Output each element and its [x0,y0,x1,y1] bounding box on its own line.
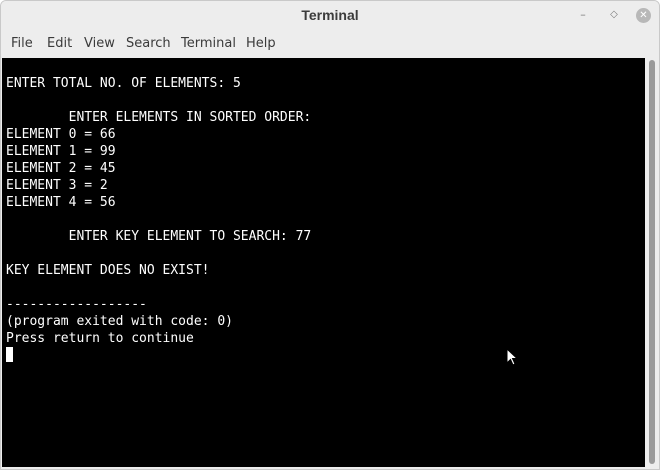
window-title: Terminal [301,7,359,23]
terminal-line: ELEMENT 1 = 99 [6,144,116,159]
terminal-line: ELEMENT 2 = 45 [6,161,116,176]
terminal-line: ENTER KEY ELEMENT TO SEARCH: 77 [6,229,312,244]
text-cursor [6,347,13,362]
scrollbar-thumb[interactable] [649,60,655,464]
terminal-window: Terminal – ◇ ✕ File Edit View Search Ter… [0,0,660,470]
terminal-line: Press return to continue [6,331,194,346]
terminal-line: KEY ELEMENT DOES NO EXIST! [6,263,210,278]
terminal-line: (program exited with code: 0) [6,314,233,329]
terminal-output-area[interactable]: ENTER TOTAL NO. OF ELEMENTS: 5 ENTER ELE… [2,58,645,467]
menu-edit[interactable]: Edit [47,36,72,51]
menu-help[interactable]: Help [246,36,276,51]
close-icon[interactable]: ✕ [636,8,651,23]
menu-view[interactable]: View [84,36,115,51]
terminal-text: ENTER TOTAL NO. OF ELEMENTS: 5 ENTER ELE… [6,75,311,364]
menu-file[interactable]: File [11,36,33,51]
terminal-line: ELEMENT 4 = 56 [6,195,116,210]
menu-bar: File Edit View Search Terminal Help [1,31,659,57]
terminal-line: ENTER TOTAL NO. OF ELEMENTS: 5 [6,76,241,91]
terminal-line: ELEMENT 0 = 66 [6,127,116,142]
terminal-line: ------------------ [6,297,147,312]
terminal-scrollbar[interactable] [645,58,659,467]
menu-terminal[interactable]: Terminal [181,36,236,51]
minimize-icon[interactable]: – [575,7,591,23]
terminal-line: ENTER ELEMENTS IN SORTED ORDER: [6,110,312,125]
mouse-pointer-icon [506,348,518,366]
terminal-line: ELEMENT 3 = 2 [6,178,108,193]
menu-search[interactable]: Search [126,36,171,51]
maximize-icon[interactable]: ◇ [606,7,622,23]
title-bar[interactable]: Terminal – ◇ ✕ [1,1,659,31]
